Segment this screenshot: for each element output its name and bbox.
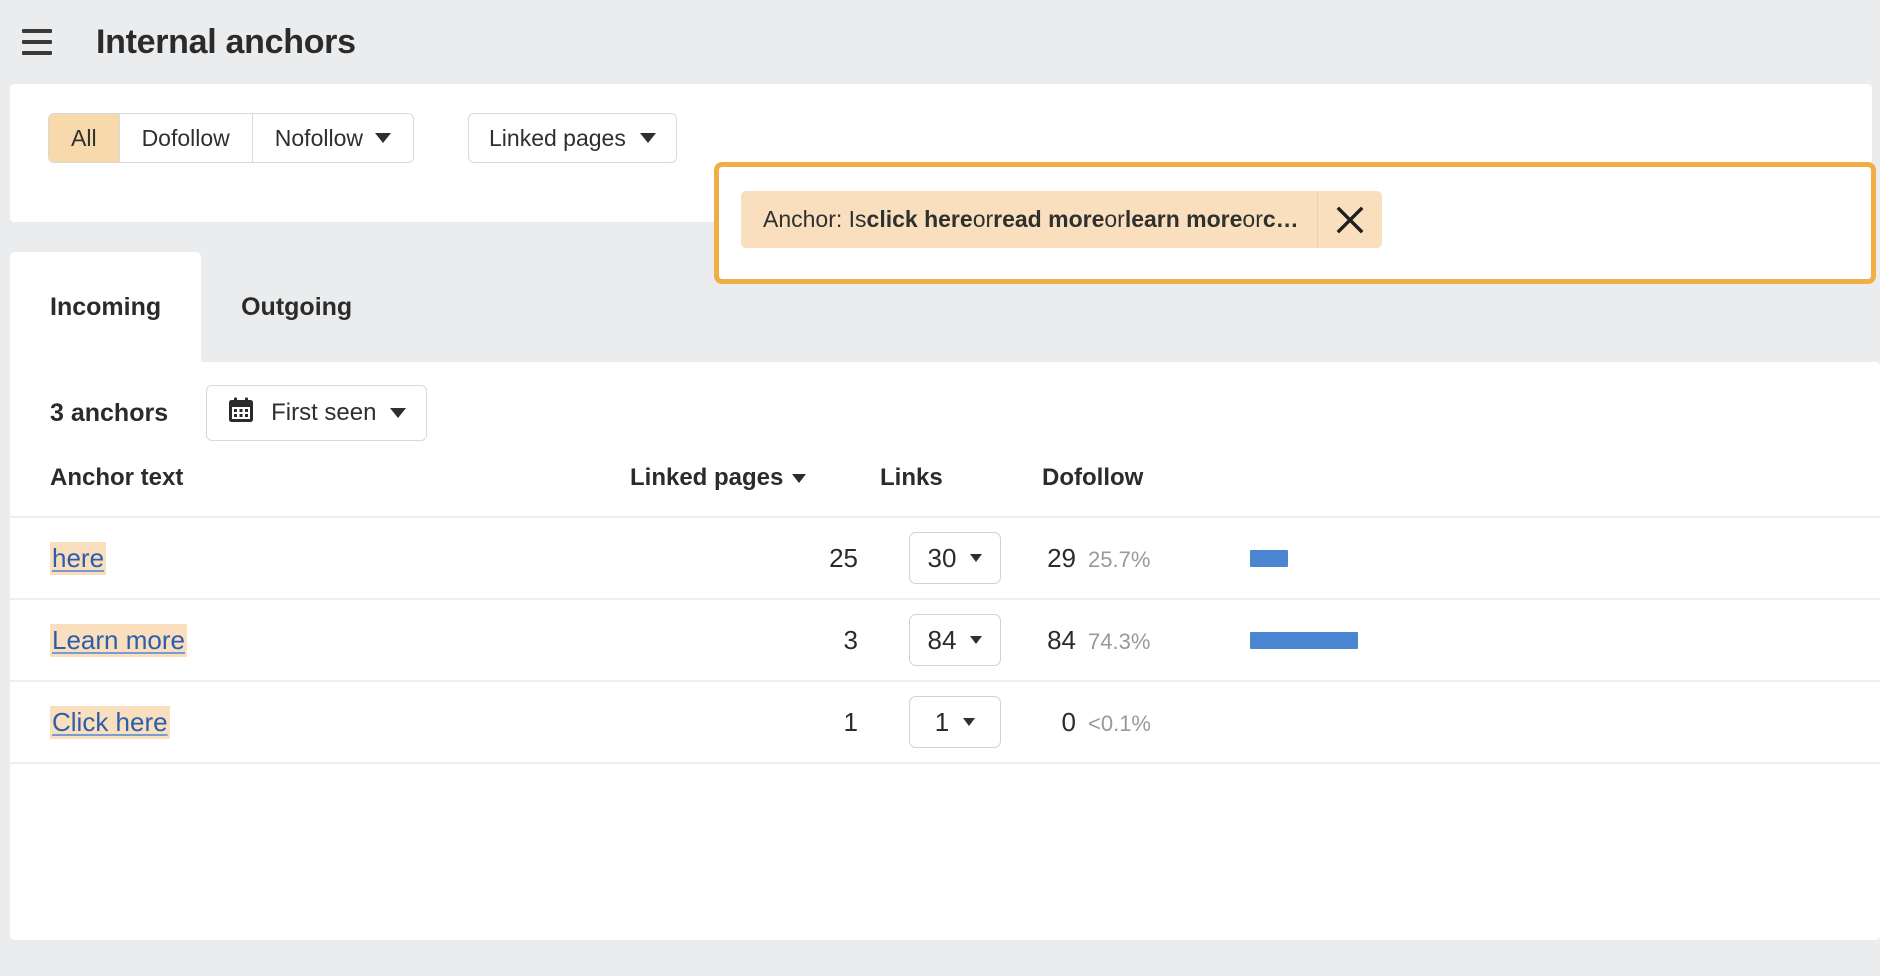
header-dofollow-bar xyxy=(1220,464,1880,518)
linked-pages-filter-button[interactable]: Linked pages xyxy=(468,113,677,163)
cell-dofollow: 0 <0.1% xyxy=(1030,681,1220,764)
cell-links: 84 xyxy=(880,599,1030,682)
segment-all[interactable]: All xyxy=(49,114,120,162)
links-dropdown[interactable]: 84 xyxy=(909,614,1001,666)
segment-nofollow[interactable]: Nofollow xyxy=(252,114,413,162)
sort-descending-icon xyxy=(792,474,807,484)
chevron-down-icon xyxy=(970,636,983,644)
links-value: 84 xyxy=(927,624,957,655)
app-header: Internal anchors xyxy=(0,0,1880,84)
cell-dofollow-bar xyxy=(1220,517,1880,600)
dofollow-count: 0 xyxy=(1061,706,1076,737)
linked-pages-filter-label: Linked pages xyxy=(489,124,626,151)
chip-value-3: learn more xyxy=(1124,206,1243,232)
anchors-table: Anchor text Linked pages Links Dofollow … xyxy=(10,464,1880,764)
chip-sep-1: or xyxy=(972,206,994,232)
anchor-filter-chip-text[interactable]: Anchor: Is click here or read more or le… xyxy=(741,191,1318,248)
first-seen-date-filter[interactable]: First seen xyxy=(206,385,428,441)
cell-linked-pages: 25 xyxy=(630,517,880,600)
cell-anchor-text: Click here xyxy=(10,681,630,764)
tab-incoming[interactable]: Incoming xyxy=(10,252,202,362)
cell-dofollow: 84 74.3% xyxy=(1030,599,1220,682)
follow-type-segmented-control: All Dofollow Nofollow xyxy=(48,113,414,163)
anchor-text-link[interactable]: Click here xyxy=(50,705,170,739)
chip-value-4: c… xyxy=(1262,206,1299,232)
cell-dofollow-bar xyxy=(1220,681,1880,764)
chip-sep-2: or xyxy=(1104,206,1125,232)
tab-outgoing[interactable]: Outgoing xyxy=(201,252,392,362)
anchors-table-head: Anchor text Linked pages Links Dofollow xyxy=(10,464,1880,518)
cell-dofollow-bar xyxy=(1220,599,1880,682)
dofollow-count: 29 xyxy=(1047,542,1076,573)
segment-dofollow[interactable]: Dofollow xyxy=(119,114,253,162)
header-anchor-text[interactable]: Anchor text xyxy=(10,464,630,518)
chip-value-1: click here xyxy=(866,206,973,232)
header-dofollow[interactable]: Dofollow xyxy=(1030,464,1220,518)
internal-anchors-page: Internal anchors All Dofollow Nofollow L… xyxy=(0,0,1880,976)
page-title: Internal anchors xyxy=(96,22,356,61)
links-dropdown[interactable]: 1 xyxy=(909,696,1001,748)
anchor-count-label: 3 anchors xyxy=(50,398,169,427)
linked-pages-value: 3 xyxy=(843,624,858,655)
anchor-filter-chip: Anchor: Is click here or read more or le… xyxy=(741,191,1382,248)
filter-bar: All Dofollow Nofollow Linked pages Ancho… xyxy=(10,84,1876,284)
chevron-down-icon xyxy=(639,133,656,143)
calendar-icon xyxy=(227,396,255,431)
table-row[interactable]: Learn more 3 84 84 74.3% xyxy=(10,599,1880,682)
chevron-down-icon xyxy=(963,718,976,726)
tab-outgoing-label: Outgoing xyxy=(241,292,353,321)
links-value: 30 xyxy=(927,542,957,573)
anchors-card: 3 anchors First seen Anchor text Linked … xyxy=(10,362,1880,940)
linked-pages-value: 25 xyxy=(829,542,858,573)
table-row[interactable]: here 25 30 29 25.7% xyxy=(10,517,1880,600)
dofollow-count: 84 xyxy=(1047,624,1076,655)
cell-anchor-text: Learn more xyxy=(10,599,630,682)
close-icon[interactable] xyxy=(1318,191,1382,248)
dofollow-bar xyxy=(1250,549,1288,567)
anchors-table-body: here 25 30 29 25.7% Learn more 3 84 84 7… xyxy=(10,517,1880,764)
anchor-text-link[interactable]: here xyxy=(50,541,107,575)
tab-incoming-label: Incoming xyxy=(50,292,162,321)
header-linked-pages-label: Linked pages xyxy=(630,464,784,491)
chip-value-2: read more xyxy=(993,206,1105,232)
linked-pages-value: 1 xyxy=(843,706,858,737)
chevron-down-icon xyxy=(970,554,983,562)
anchor-text-link[interactable]: Learn more xyxy=(50,623,187,657)
hamburger-icon[interactable] xyxy=(14,19,60,65)
direction-tabs: Incoming Outgoing xyxy=(10,252,1880,362)
cell-linked-pages: 3 xyxy=(630,599,880,682)
cell-links: 30 xyxy=(880,517,1030,600)
cell-dofollow: 29 25.7% xyxy=(1030,517,1220,600)
links-dropdown[interactable]: 30 xyxy=(909,532,1001,584)
table-toolbar: 3 anchors First seen xyxy=(10,362,1880,464)
links-value: 1 xyxy=(934,706,950,737)
chip-sep-3: or xyxy=(1242,206,1263,232)
chevron-down-icon xyxy=(375,133,391,143)
table-row[interactable]: Click here 1 1 0 <0.1% xyxy=(10,681,1880,764)
segment-nofollow-label: Nofollow xyxy=(274,124,363,151)
cell-linked-pages: 1 xyxy=(630,681,880,764)
chevron-down-icon xyxy=(390,408,407,418)
dofollow-percent: 25.7% xyxy=(1088,546,1151,572)
table-header-row: Anchor text Linked pages Links Dofollow xyxy=(10,464,1880,518)
segment-dofollow-label: Dofollow xyxy=(141,124,230,151)
first-seen-label: First seen xyxy=(271,399,377,426)
header-linked-pages[interactable]: Linked pages xyxy=(630,464,880,518)
header-links[interactable]: Links xyxy=(880,464,1030,518)
dofollow-bar xyxy=(1250,631,1358,649)
dofollow-percent: <0.1% xyxy=(1088,710,1151,736)
dofollow-percent: 74.3% xyxy=(1088,628,1151,654)
cell-anchor-text: here xyxy=(10,517,630,600)
segment-all-label: All xyxy=(71,124,97,151)
chip-prefix: Anchor: Is xyxy=(763,206,867,232)
cell-links: 1 xyxy=(880,681,1030,764)
